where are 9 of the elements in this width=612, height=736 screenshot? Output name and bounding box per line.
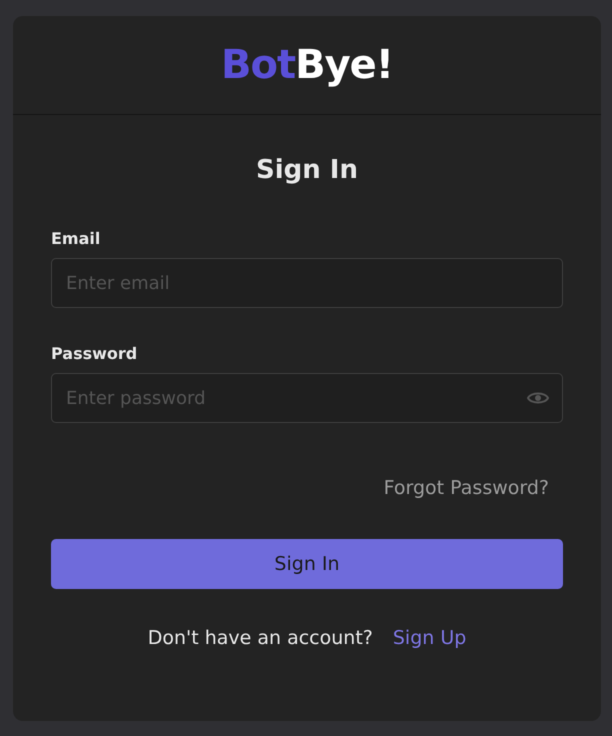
field-label: Password <box>51 344 138 363</box>
show-password-icon[interactable] <box>527 390 549 406</box>
sign-up-link[interactable]: Sign Up <box>392 627 466 649</box>
forgot-password-link[interactable]: Forgot Password? <box>384 477 549 499</box>
page-title: Sign In <box>255 154 359 185</box>
account-prompt: Don't have an account? <box>148 627 373 649</box>
field-label: Email <box>51 229 100 248</box>
sign-in-button[interactable]: Sign In <box>51 539 563 589</box>
brand-logo: BotBye! <box>220 42 394 88</box>
